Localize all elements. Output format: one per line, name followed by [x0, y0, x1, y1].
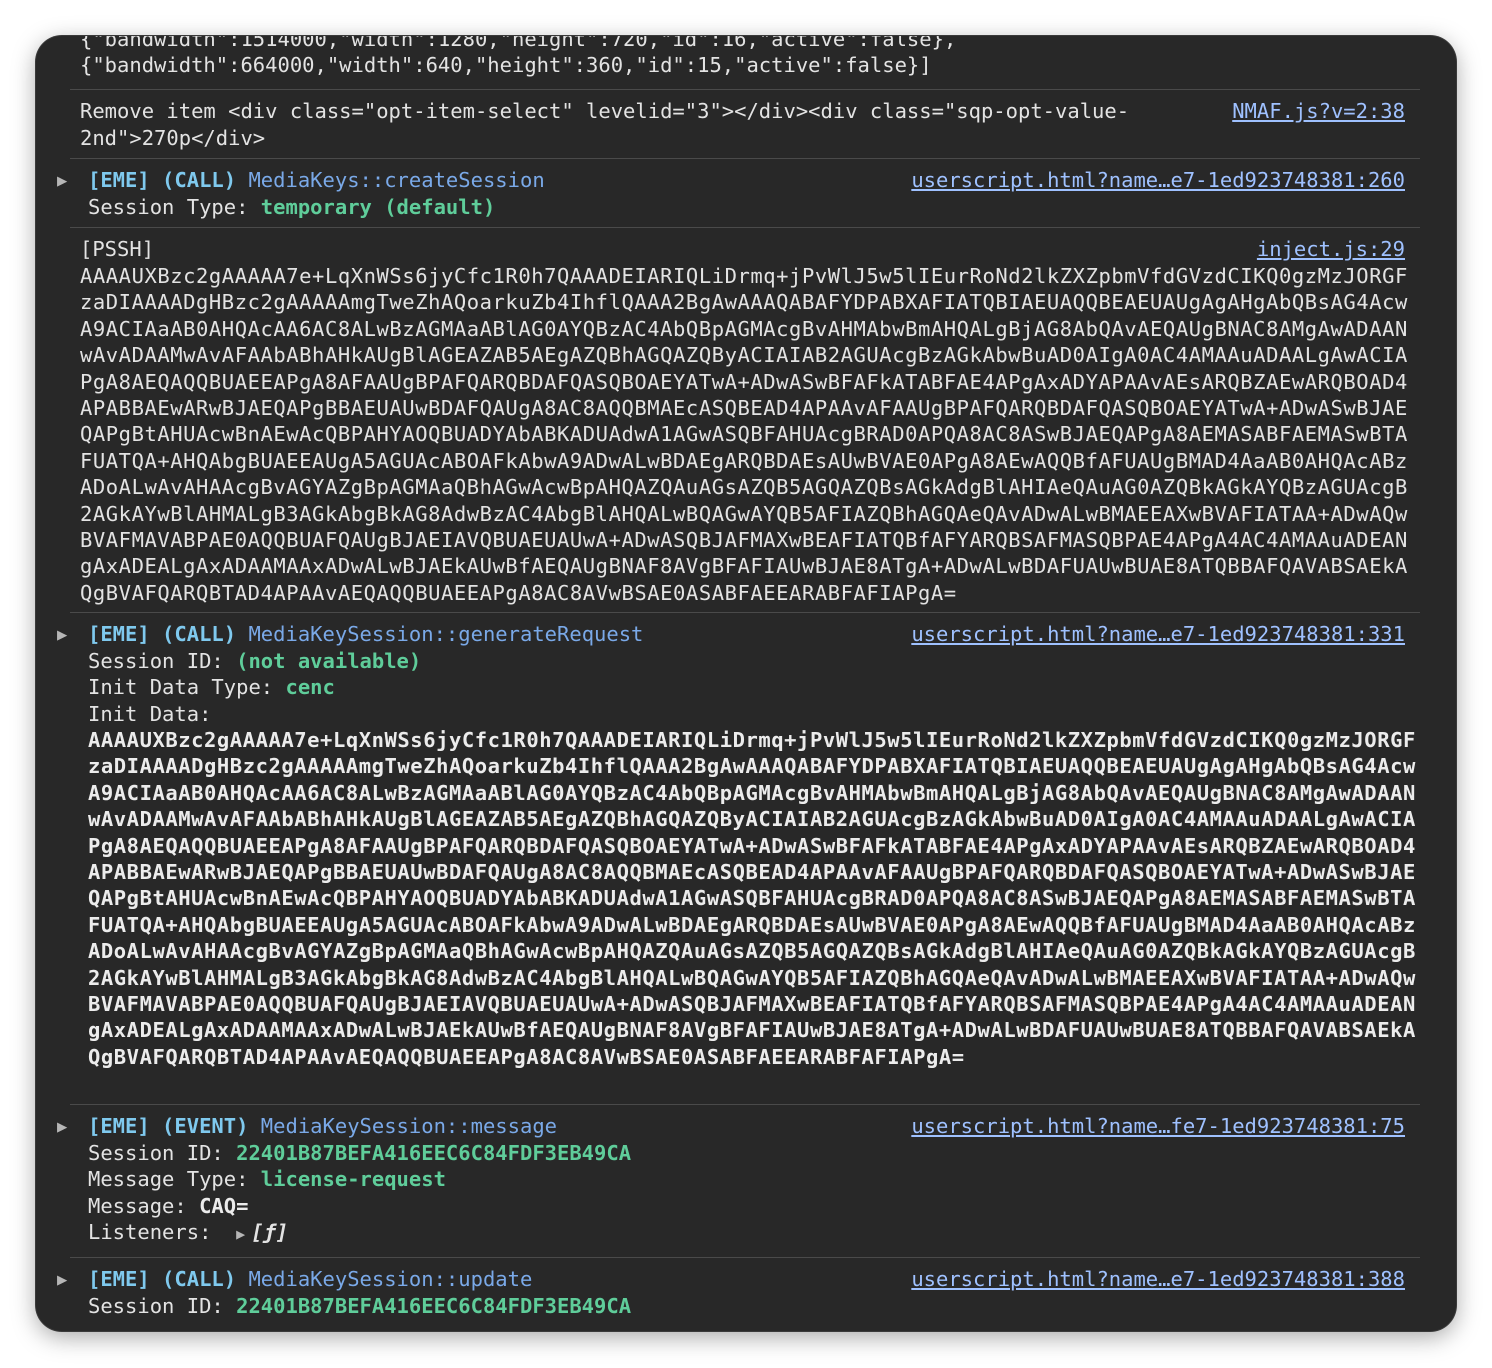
pssh-label: [PSSH] — [80, 237, 155, 261]
method-name: MediaKeys::createSession — [248, 168, 545, 192]
source-link[interactable]: inject.js:29 — [1257, 236, 1405, 262]
method-name: MediaKeySession::message — [260, 1114, 558, 1138]
method-name: MediaKeySession::update — [248, 1267, 533, 1291]
method-name: MediaKeySession::generateRequest — [248, 622, 644, 646]
source-link[interactable]: userscript.html?name…fe7-1ed923748381:75 — [911, 1113, 1405, 1139]
field-value: (not available) — [236, 649, 422, 673]
devtools-console: {"bandwidth":1514000,"width":1280,"heigh… — [36, 36, 1456, 1331]
separator — [70, 89, 1420, 90]
field-value: license-request — [260, 1167, 446, 1191]
source-link[interactable]: userscript.html?name…e7-1ed923748381:260 — [911, 167, 1405, 193]
separator — [70, 158, 1420, 159]
field-label: Session ID: — [88, 649, 224, 673]
expand-triangle-icon[interactable]: ▶ — [57, 622, 67, 648]
field-value: temporary (default) — [260, 195, 496, 219]
listeners-value[interactable]: [ƒ] — [251, 1220, 288, 1244]
log-text: Remove item <div class="opt-item-select"… — [80, 99, 1130, 123]
pssh-data: AAAAUXBzc2gAAAAA7e+LqXnWSs6jyCfc1R0h7QAA… — [80, 264, 1408, 605]
json-continuation: {"bandwidth":1514000,"width":1280,"heigh… — [80, 36, 1410, 79]
source-link[interactable]: userscript.html?name…e7-1ed923748381:331 — [911, 621, 1405, 647]
json-line: {"bandwidth":664000,"width":640,"height"… — [80, 53, 932, 78]
source-link[interactable]: NMAF.js?v=2:38 — [1232, 98, 1405, 124]
field-label: Session Type: — [88, 195, 249, 219]
field-label: Listeners: — [88, 1220, 212, 1244]
json-line: {"bandwidth":1514000,"width":1280,"heigh… — [80, 36, 957, 51]
separator — [70, 1257, 1420, 1258]
field-value: 22401B87BEFA416EEC6C84FDF3EB49CA — [236, 1294, 632, 1318]
eme-prefix: [EME] (CALL) — [88, 1267, 237, 1291]
field-value: 22401B87BEFA416EEC6C84FDF3EB49CA — [236, 1141, 632, 1165]
eme-prefix: [EME] (CALL) — [88, 622, 237, 646]
field-label: Session ID: — [88, 1141, 224, 1165]
expand-triangle-icon[interactable]: ▶ — [236, 1225, 245, 1243]
log-text: 2nd">270p</div> — [80, 126, 266, 150]
expand-triangle-icon[interactable]: ▶ — [57, 168, 67, 194]
init-data-blob: AAAAUXBzc2gAAAAA7e+LqXnWSs6jyCfc1R0h7QAA… — [88, 728, 1416, 1069]
separator — [70, 227, 1420, 228]
separator — [70, 1104, 1420, 1105]
field-label: Session ID: — [88, 1294, 224, 1318]
expand-triangle-icon[interactable]: ▶ — [57, 1267, 67, 1293]
separator — [70, 612, 1420, 613]
field-value: cenc — [285, 675, 335, 699]
field-label: Message: — [88, 1194, 187, 1218]
field-label: Init Data: — [88, 702, 212, 726]
source-link[interactable]: userscript.html?name…e7-1ed923748381:388 — [911, 1266, 1405, 1292]
expand-triangle-icon[interactable]: ▶ — [57, 1114, 67, 1140]
field-label: Message Type: — [88, 1167, 249, 1191]
eme-prefix: [EME] (EVENT) — [88, 1114, 249, 1138]
field-value: CAQ= — [199, 1194, 249, 1218]
eme-prefix: [EME] (CALL) — [88, 168, 237, 192]
field-label: Init Data Type: — [88, 675, 274, 699]
